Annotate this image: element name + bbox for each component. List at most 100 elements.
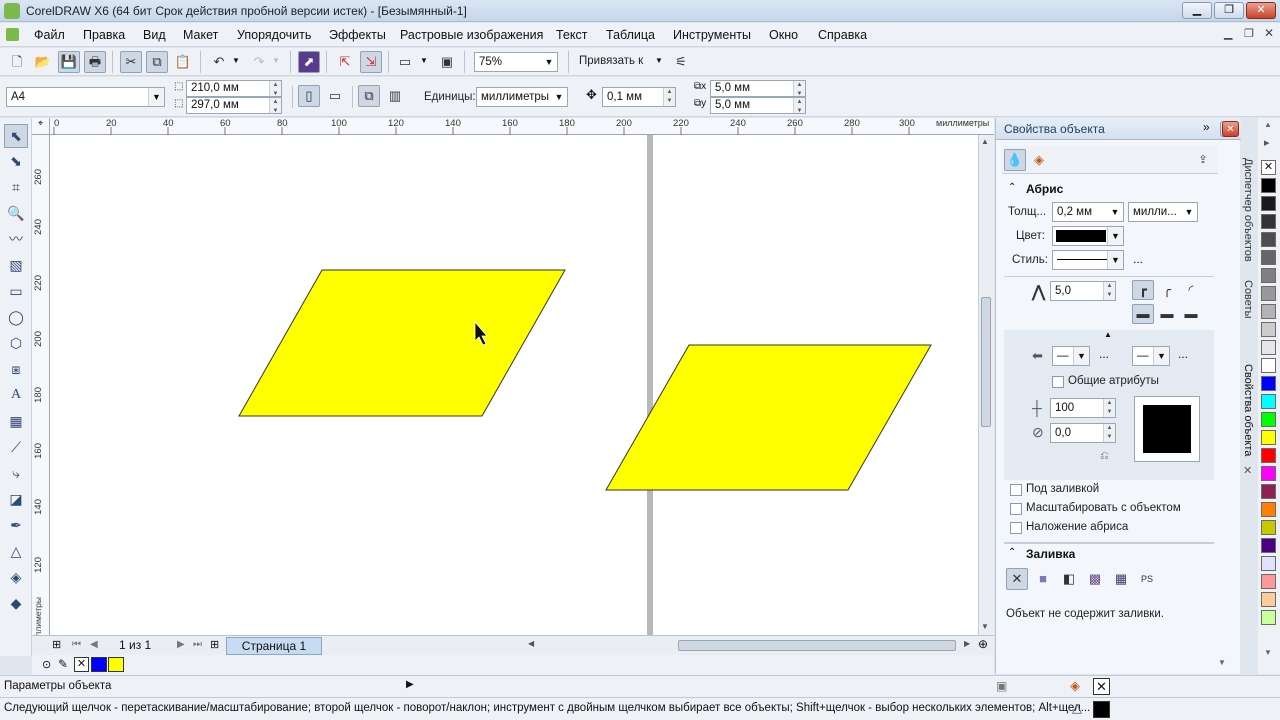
units-select[interactable]: миллиметры ▼ [476,87,568,107]
portrait-icon[interactable]: ▯ [298,85,320,107]
tab-object-manager[interactable]: Диспетчер объектов [1242,158,1254,262]
cut-icon[interactable]: ✂ [120,51,142,73]
zoom-navigator-icon[interactable]: ⊕ [978,637,988,651]
vertical-scroll-thumb[interactable] [981,297,991,427]
docker-close-button[interactable]: ✕ [1222,121,1239,137]
palette-swatch[interactable] [1261,592,1276,607]
rectangle-tool-icon[interactable]: ▭ [4,280,28,304]
scroll-left-icon[interactable]: ◀ [528,639,534,648]
palette-swatch[interactable] [1261,232,1276,247]
print-icon[interactable]: 🖶 [84,51,106,73]
save-icon[interactable]: 💾 [58,51,80,73]
palette-swatch[interactable] [1261,268,1276,283]
fill-collapse-icon[interactable]: ⌃ [1008,547,1016,558]
page-width-field[interactable]: 210,0 мм ▲ ▼ [186,80,282,97]
full-screen-preview-icon[interactable]: ▣ [436,51,458,73]
uniform-fill-icon[interactable]: ■ [1032,568,1054,590]
palette-swatch[interactable] [1261,394,1276,409]
snap-to-button[interactable]: Привязать к [579,55,643,67]
reset-nib-icon[interactable]: ⎌ [1100,450,1109,463]
zoom-level-select[interactable]: 75% ▼ [474,52,558,72]
menu-tools[interactable]: Инструменты [673,28,751,42]
redo-dropdown-icon[interactable]: ▼ [272,56,280,65]
postscript-fill-icon[interactable]: PS [1136,568,1158,590]
outline-color-picker[interactable]: ▼ [1052,226,1124,246]
outline-collapse-icon[interactable]: ⌃ [1008,182,1016,193]
menu-help[interactable]: Справка [818,28,867,42]
fill-tool-icon[interactable]: ◈ [4,566,28,590]
no-color-swatch[interactable]: ✕ [74,657,89,672]
docker-scroll-down-icon[interactable]: ▼ [1218,658,1226,667]
redo-icon[interactable]: ↷ [248,51,270,73]
table-tool-icon[interactable]: ▦ [4,410,28,434]
menu-file[interactable]: Файл [34,28,65,42]
palette-swatch[interactable] [1261,556,1276,571]
add-page-icon[interactable]: ⊞ [52,638,61,651]
freehand-tool-icon[interactable]: 〰 [4,228,28,252]
add-page-after-icon[interactable]: ⊞ [210,638,219,651]
palette-swatch[interactable] [1261,304,1276,319]
horizontal-scroll-thumb[interactable] [678,640,956,651]
page-tab[interactable]: Страница 1 [226,637,322,655]
fountain-fill-icon[interactable]: ◧ [1058,568,1080,590]
blend-tool-icon[interactable]: ◪ [4,488,28,512]
publish-pdf-icon[interactable]: ▭ [394,51,416,73]
pick-tool-icon[interactable]: ⬉ [4,124,28,148]
no-color-swatch[interactable]: ✕ [1261,160,1276,175]
tab-hints[interactable]: Советы [1242,280,1254,318]
crop-tool-icon[interactable]: ⌗ [4,176,28,200]
open-icon[interactable]: 📂 [32,51,54,73]
palette-swatch[interactable] [1261,196,1276,211]
palette-swatch[interactable] [1261,448,1276,463]
palette-swatch[interactable] [1261,610,1276,625]
options-icon[interactable]: ⚟ [670,51,692,73]
palette-flyout-icon[interactable]: ▸ [1264,136,1270,149]
palette-scroll-up-icon[interactable]: ▲ [1264,120,1272,129]
outline-tab-icon[interactable]: 💧 [1004,149,1026,171]
behind-fill-checkbox[interactable] [1010,484,1022,496]
menu-arrange[interactable]: Упорядочить [237,28,311,42]
miter-limit-field[interactable]: 5,0 ▲ ▼ [1050,281,1116,301]
palette-swatch[interactable] [1261,250,1276,265]
palette-swatch[interactable] [1261,466,1276,481]
end-arrow-more-button[interactable]: ... [1178,347,1188,361]
snap-dropdown-icon[interactable]: ▼ [655,56,663,65]
vertical-ruler[interactable]: 260 240 220 200 180 160 140 120 миллимет… [32,135,50,647]
ellipse-tool-icon[interactable]: ◯ [4,306,28,330]
text-tool-icon[interactable]: A [4,384,28,408]
square-cap-icon[interactable]: ▬ [1132,304,1154,324]
menu-edit[interactable]: Правка [83,28,125,42]
color-proof-icon[interactable]: ▣ [996,679,1007,693]
prev-page-icon[interactable]: ◀ [90,639,98,650]
eyedropper-icon[interactable]: ✎ [58,657,68,671]
palette-swatch[interactable] [1261,178,1276,193]
polygon-tool-icon[interactable]: ⬡ [4,332,28,356]
scroll-down-icon[interactable]: ▼ [981,622,989,631]
scale-with-object-checkbox[interactable] [1010,503,1022,515]
stretch-field[interactable]: 100 ▲ ▼ [1050,398,1116,418]
menu-text[interactable]: Текст [556,28,587,42]
export-icon[interactable]: ⇲ [360,51,382,73]
docker-options-icon[interactable]: ⇪ [1192,149,1214,171]
outline-tool-icon[interactable]: △ [4,540,28,564]
palette-swatch[interactable] [1261,484,1276,499]
doc-swatch-yellow[interactable] [108,657,124,672]
paste-icon[interactable]: 📋 [172,51,194,73]
bevel-corner-icon[interactable]: ◜ [1180,280,1202,300]
palette-swatch[interactable] [1261,214,1276,229]
maximize-button[interactable]: ❐ [1214,2,1244,19]
palette-swatch[interactable] [1261,430,1276,445]
pattern-fill-icon[interactable]: ▩ [1084,568,1106,590]
style-more-button[interactable]: ... [1133,252,1143,266]
doc-restore-icon[interactable]: ❐ [1244,27,1254,40]
palette-swatch[interactable] [1261,520,1276,535]
undo-dropdown-icon[interactable]: ▼ [232,56,240,65]
parallelogram-shape[interactable] [605,344,932,491]
last-page-icon[interactable]: ⏭ [193,639,202,650]
first-page-icon[interactable]: ⏮ [72,639,81,650]
palette-swatch[interactable] [1261,574,1276,589]
zoom-tool-icon[interactable]: 🔍 [4,202,28,226]
page-size-select[interactable]: A4 ▼ [6,87,165,107]
menu-window[interactable]: Окно [769,28,798,42]
docker-collapse-icon[interactable]: » [1203,120,1210,134]
